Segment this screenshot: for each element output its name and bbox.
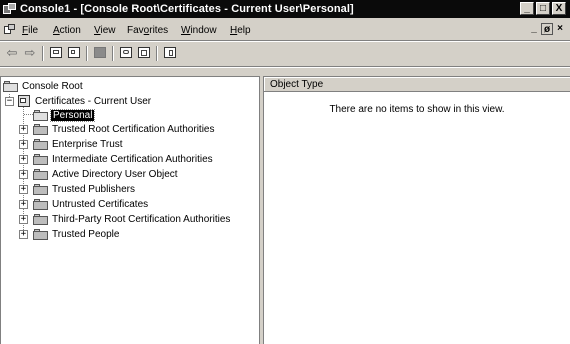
- column-header-object-type[interactable]: Object Type: [264, 77, 570, 92]
- tree-item-store[interactable]: Untrusted Certificates: [33, 197, 148, 211]
- up-folder-icon[interactable]: [48, 45, 64, 61]
- toolbar-divider: [156, 46, 158, 61]
- expand-icon[interactable]: +: [19, 140, 28, 149]
- tree-item-store[interactable]: Enterprise Trust: [33, 137, 123, 151]
- minimize-button[interactable]: _: [520, 2, 534, 15]
- menu-window[interactable]: Window: [181, 25, 217, 36]
- folder-icon: [33, 183, 49, 195]
- menu-favorites[interactable]: Favorites: [127, 25, 168, 36]
- mdi-restore-button[interactable]: ø: [541, 23, 553, 35]
- expand-icon[interactable]: +: [19, 155, 28, 164]
- tree-item-certificates-current-user[interactable]: Certificates - Current User: [16, 94, 151, 108]
- refresh-icon[interactable]: [118, 45, 134, 61]
- toolbar-divider: [42, 46, 44, 61]
- console-menu-icon[interactable]: [4, 24, 16, 36]
- mmc-app-icon[interactable]: [3, 3, 16, 15]
- expand-icon[interactable]: +: [19, 185, 28, 194]
- expand-icon[interactable]: +: [19, 170, 28, 179]
- expand-icon[interactable]: +: [19, 200, 28, 209]
- delete-icon[interactable]: [92, 45, 108, 61]
- expand-icon[interactable]: +: [19, 125, 28, 134]
- collapse-icon[interactable]: −: [5, 97, 14, 106]
- tree-item-store[interactable]: Intermediate Certification Authorities: [33, 152, 213, 166]
- folder-icon: [33, 138, 49, 150]
- toolbar: ⇦ ⇨: [0, 42, 570, 64]
- title-bar: Console1 - [Console Root\Certificates - …: [0, 0, 570, 18]
- toolbar-divider: [86, 46, 88, 61]
- export-list-icon[interactable]: [136, 45, 152, 61]
- menu-action[interactable]: Action: [53, 25, 81, 36]
- expand-icon[interactable]: +: [19, 215, 28, 224]
- mdi-minimize-button[interactable]: _: [528, 23, 540, 35]
- window-title: Console1 - [Console Root\Certificates - …: [20, 3, 354, 15]
- close-button[interactable]: X: [552, 2, 566, 15]
- menu-view[interactable]: View: [94, 25, 116, 36]
- forward-arrow-icon[interactable]: ⇨: [22, 45, 38, 61]
- toolbar-divider: [112, 46, 114, 61]
- tree-item-store[interactable]: Active Directory User Object: [33, 167, 178, 181]
- menu-bar: File Action View Favorites Window Help _…: [0, 22, 570, 38]
- back-arrow-icon[interactable]: ⇦: [4, 45, 20, 61]
- empty-view-message: There are no items to show in this view.: [329, 104, 505, 115]
- open-folder-icon: [33, 109, 49, 121]
- toolbar-separator: [0, 66, 570, 68]
- mdi-close-button[interactable]: ×: [554, 23, 566, 35]
- menu-file[interactable]: File: [22, 25, 38, 36]
- menu-help[interactable]: Help: [230, 25, 251, 36]
- help-icon[interactable]: [162, 45, 178, 61]
- folder-icon: [33, 198, 49, 210]
- tree-item-store[interactable]: Trusted Root Certification Authorities: [33, 122, 214, 136]
- restore-button[interactable]: □: [536, 2, 550, 15]
- expand-icon[interactable]: +: [19, 230, 28, 239]
- folder-icon: [33, 153, 49, 165]
- folder-icon: [33, 168, 49, 180]
- tree-item-store[interactable]: Trusted People: [33, 227, 119, 241]
- tree-item-store[interactable]: Trusted Publishers: [33, 182, 135, 196]
- show-hide-tree-icon[interactable]: [66, 45, 82, 61]
- tree-item-personal[interactable]: Personal: [33, 108, 96, 122]
- tree-connector: [24, 114, 33, 115]
- tree-pane[interactable]: Console Root − Certificates - Current Us…: [0, 76, 260, 344]
- tree-item-console-root[interactable]: Console Root: [3, 79, 83, 93]
- detail-pane[interactable]: Object Type There are no items to show i…: [263, 76, 570, 344]
- folder-icon: [33, 213, 49, 225]
- folder-icon: [3, 80, 19, 92]
- tree-item-store[interactable]: Third-Party Root Certification Authoriti…: [33, 212, 230, 226]
- folder-icon: [33, 123, 49, 135]
- folder-icon: [33, 228, 49, 240]
- certificate-snapin-icon: [16, 94, 32, 108]
